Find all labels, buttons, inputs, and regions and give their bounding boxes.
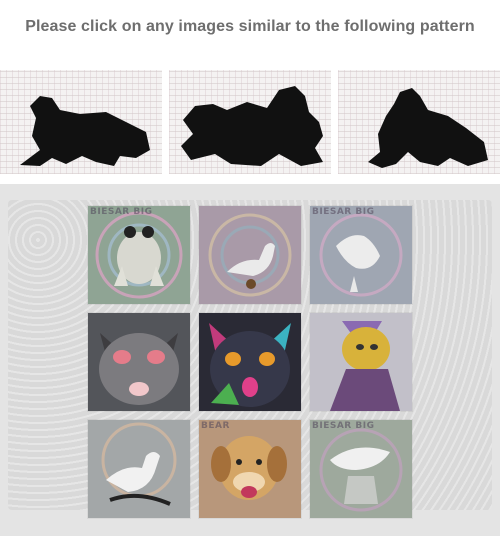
grid-tile-3[interactable]: BIESAR BIG: [310, 206, 412, 304]
frog-silhouette-icon: [20, 96, 150, 166]
grid-tile-7[interactable]: [88, 420, 190, 518]
grid-tile-8[interactable]: BEAR: [199, 420, 301, 518]
duck-icon: [310, 206, 412, 304]
dog-icon: [199, 420, 301, 518]
duck-icon: [88, 420, 190, 518]
captcha-prompt: Please click on any images similar to th…: [25, 18, 475, 35]
pattern-image-1: [0, 70, 162, 174]
grid-tile-4[interactable]: [88, 313, 190, 411]
pattern-image-2: [169, 70, 331, 174]
pattern-examples: [0, 70, 500, 174]
captcha-grid-panel: BIESAR BIG BIESAR BIG BEAR BIESAR BIG: [0, 184, 500, 536]
frog-silhouette-icon: [368, 88, 488, 168]
grid-tile-6[interactable]: [310, 313, 412, 411]
grid-tile-9[interactable]: BIESAR BIG: [310, 420, 412, 518]
cat-icon: [199, 313, 301, 411]
frog-icon: [88, 206, 190, 304]
captcha-grid: BIESAR BIG BIESAR BIG BEAR BIESAR BIG: [8, 200, 492, 518]
grid-tile-1[interactable]: BIESAR BIG: [88, 206, 190, 304]
cat-icon: [88, 313, 190, 411]
grid-tile-5[interactable]: [199, 313, 301, 411]
grid-tile-2[interactable]: [199, 206, 301, 304]
duck-icon: [310, 420, 412, 518]
pattern-image-3: [338, 70, 500, 174]
frog-silhouette-icon: [181, 86, 323, 166]
cat-icon: [310, 313, 412, 411]
duck-icon: [199, 206, 301, 304]
